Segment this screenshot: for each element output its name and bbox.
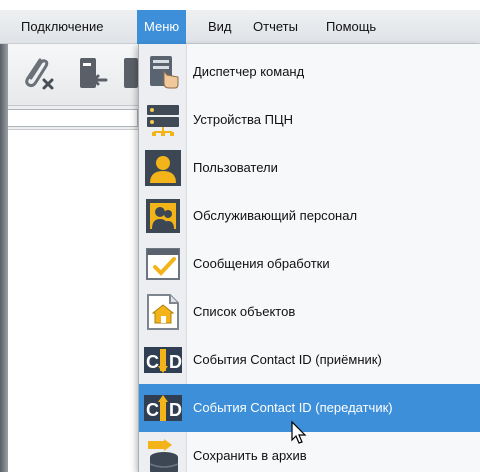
menu-view[interactable]: Вид: [201, 10, 239, 44]
svg-text:C: C: [146, 352, 159, 372]
menu-item-users[interactable]: Пользователи: [139, 144, 480, 192]
menu-item-server-devices[interactable]: Устройства ПЦН: [139, 96, 480, 144]
command-dispatcher-icon: [144, 53, 182, 91]
menu-item-label: Устройства ПЦН: [193, 112, 293, 127]
menu-item-label: Обслуживающий персонал: [193, 208, 358, 223]
menu-item-contact-id-receiver[interactable]: C D События Contact ID (приёмник): [139, 336, 480, 384]
svg-text:C: C: [146, 400, 159, 420]
menu-help[interactable]: Помощь: [319, 10, 383, 44]
staff-icon: [144, 197, 182, 235]
processing-messages-icon: [144, 245, 182, 283]
toolbar: [0, 44, 138, 106]
menu-reports[interactable]: Отчеты: [246, 10, 305, 44]
menu-item-label: Диспетчер команд: [193, 64, 305, 79]
server-devices-icon: [144, 101, 182, 139]
svg-text:D: D: [169, 352, 182, 372]
menu-menu[interactable]: Меню: [137, 10, 187, 44]
menu-item-label: События Contact ID (приёмник): [193, 352, 382, 367]
menu-item-command-dispatcher[interactable]: Диспетчер команд: [139, 48, 480, 96]
address-bar: [0, 106, 138, 130]
objects-list-icon: [144, 293, 182, 331]
menu-item-objects-list[interactable]: Список объектов: [139, 288, 480, 336]
mouse-cursor: [290, 420, 310, 446]
menu-connection[interactable]: Подключение: [14, 10, 110, 44]
address-input[interactable]: [6, 109, 138, 127]
menubar: Подключение Меню Вид Отчеты Помощь: [0, 10, 480, 44]
menu-item-staff[interactable]: Обслуживающий персонал: [139, 192, 480, 240]
contact-id-transmitter-icon: C D: [144, 389, 182, 427]
device-icon: [80, 58, 108, 88]
toolbar-button-partial[interactable]: [120, 54, 138, 96]
device-icon: [124, 58, 138, 88]
archive-icon: [144, 437, 182, 472]
users-icon: [144, 149, 182, 187]
contact-id-receiver-icon: C D: [144, 341, 182, 379]
menu-dropdown: Диспетчер команд Устройства ПЦН Пользова…: [138, 44, 480, 472]
menu-item-processing-messages[interactable]: Сообщения обработки: [139, 240, 480, 288]
menu-item-label: Пользователи: [193, 160, 278, 175]
menu-item-label: Список объектов: [193, 304, 296, 319]
disconnect-button[interactable]: [18, 54, 58, 96]
pointer-icon: [291, 420, 307, 444]
menu-item-label: Сообщения обработки: [193, 256, 330, 271]
device-button[interactable]: [72, 54, 112, 96]
main-pane: [0, 130, 138, 472]
window-edge: [0, 44, 8, 472]
svg-text:D: D: [169, 400, 182, 420]
disconnect-icon: [25, 58, 54, 90]
